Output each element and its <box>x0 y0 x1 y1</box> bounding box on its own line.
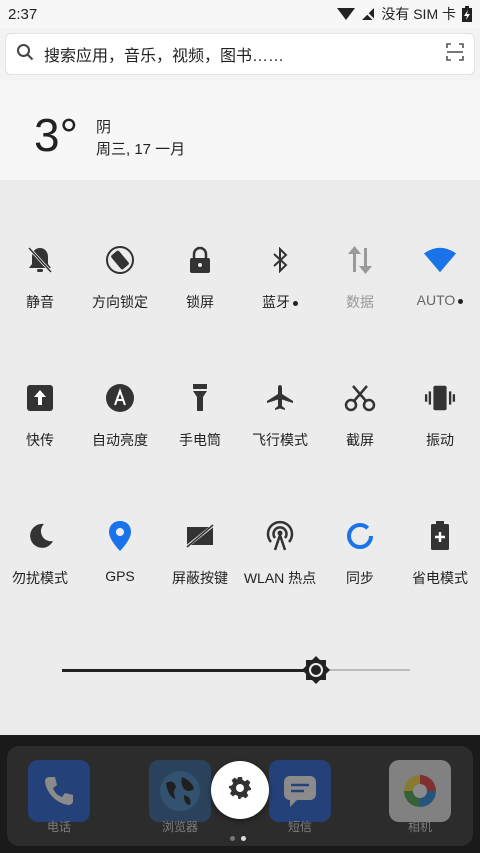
dock-app-label: 浏览器 <box>161 820 198 834</box>
tile-lock-screen[interactable]: 锁屏 <box>160 244 240 344</box>
tile-block-keys[interactable]: 屏蔽按键 <box>160 520 240 620</box>
tile-gps[interactable]: GPS <box>80 520 160 620</box>
tile-mute[interactable]: 静音 <box>0 244 80 344</box>
no-sim-signal-icon <box>361 7 376 21</box>
message-icon <box>269 760 331 822</box>
status-bar: 2:37 没有 SIM 卡 <box>0 0 480 28</box>
tile-wlan-hotspot[interactable]: WLAN 热点 <box>240 520 320 620</box>
scissors-icon <box>344 382 376 414</box>
indicator-dot <box>458 298 464 304</box>
sync-icon <box>344 520 376 552</box>
tile-battery-saver[interactable]: 省电模式 <box>400 520 480 620</box>
sim-status-text: 没有 SIM 卡 <box>381 6 456 22</box>
tile-do-not-disturb[interactable]: 勿扰模式 <box>0 520 80 620</box>
tile-label: WLAN 热点 <box>243 570 317 586</box>
tile-airplane-mode[interactable]: 飞行模式 <box>240 382 320 482</box>
tile-label: 自动亮度 <box>92 432 148 448</box>
tile-label: 手电筒 <box>179 432 221 448</box>
page-indicator <box>230 836 246 841</box>
tile-quick-send[interactable]: 快传 <box>0 382 80 482</box>
mobile-data-icon <box>344 244 376 276</box>
tile-label: 锁屏 <box>186 294 214 310</box>
quick-send-icon <box>24 382 56 414</box>
tile-sync[interactable]: 同步 <box>320 520 400 620</box>
tile-label: GPS <box>105 568 135 584</box>
search-placeholder: 搜索应用，音乐，视频，图书…… <box>44 48 285 65</box>
auto-brightness-icon <box>104 382 136 414</box>
tile-mobile-data[interactable]: 数据 <box>320 244 400 344</box>
tile-label: AUTO <box>400 292 480 308</box>
moon-icon <box>24 520 56 552</box>
search-icon <box>16 43 34 66</box>
weather-temperature: 3° <box>34 109 78 161</box>
dock-app-label: 短信 <box>287 820 312 834</box>
dock-app-browser[interactable]: 浏览器 <box>148 760 212 840</box>
dock-app-messages[interactable]: 短信 <box>268 760 332 840</box>
camera-icon <box>389 760 451 822</box>
globe-icon <box>149 760 211 822</box>
page-dot-active <box>241 836 246 841</box>
battery-charging-icon <box>462 6 472 22</box>
dock-app-label: 电话 <box>46 820 71 834</box>
weather-date: 周三, 17 一月 <box>96 141 186 158</box>
settings-button[interactable] <box>211 761 269 819</box>
tile-label: 勿扰模式 <box>12 570 68 586</box>
tile-bluetooth[interactable]: 蓝牙 <box>240 244 320 344</box>
tile-screenshot[interactable]: 截屏 <box>320 382 400 482</box>
status-time: 2:37 <box>8 5 38 23</box>
wifi-icon <box>424 244 456 276</box>
tile-label: 数据 <box>346 294 374 310</box>
block-keys-icon <box>184 520 216 552</box>
tile-label: 蓝牙 <box>240 292 320 312</box>
indicator-dot <box>293 300 298 306</box>
airplane-icon <box>264 382 296 414</box>
search-bar[interactable]: 搜索应用，音乐，视频，图书…… <box>5 33 475 75</box>
dock-app-camera[interactable]: 相机 <box>388 760 452 840</box>
tile-rotation-lock[interactable]: 方向锁定 <box>80 244 160 344</box>
hotspot-icon <box>264 520 296 552</box>
tile-wifi[interactable]: AUTO <box>400 244 480 344</box>
brightness-slider-fill <box>62 669 317 672</box>
scan-icon[interactable] <box>446 42 464 66</box>
lock-icon <box>184 244 216 276</box>
signal-icon <box>337 7 356 21</box>
location-pin-icon <box>104 520 136 552</box>
flashlight-icon <box>184 382 216 414</box>
brightness-slider-thumb[interactable] <box>302 656 331 684</box>
tile-label: 屏蔽按键 <box>172 570 228 586</box>
tile-label: 振动 <box>426 432 454 448</box>
tile-label: 快传 <box>26 432 54 448</box>
tile-label: 省电模式 <box>412 570 468 586</box>
bell-off-icon <box>24 244 56 276</box>
dock-app-phone[interactable]: 电话 <box>27 760 91 840</box>
tile-label: 截屏 <box>346 432 374 448</box>
weather-condition: 阴 <box>96 119 112 136</box>
tile-label: 同步 <box>346 570 374 586</box>
tile-flashlight[interactable]: 手电筒 <box>160 382 240 482</box>
tile-label: 飞行模式 <box>252 432 308 448</box>
battery-saver-icon <box>424 520 456 552</box>
tile-vibrate[interactable]: 振动 <box>400 382 480 482</box>
tile-label: 方向锁定 <box>92 294 148 310</box>
gear-icon <box>229 776 251 804</box>
phone-icon <box>28 760 90 822</box>
rotation-lock-icon <box>104 244 136 276</box>
tile-label: 静音 <box>26 294 54 310</box>
dock-app-label: 相机 <box>407 820 432 834</box>
page-dot <box>230 836 235 841</box>
tile-auto-brightness[interactable]: 自动亮度 <box>80 382 160 482</box>
vibrate-icon <box>424 382 456 414</box>
bluetooth-icon <box>264 244 296 276</box>
